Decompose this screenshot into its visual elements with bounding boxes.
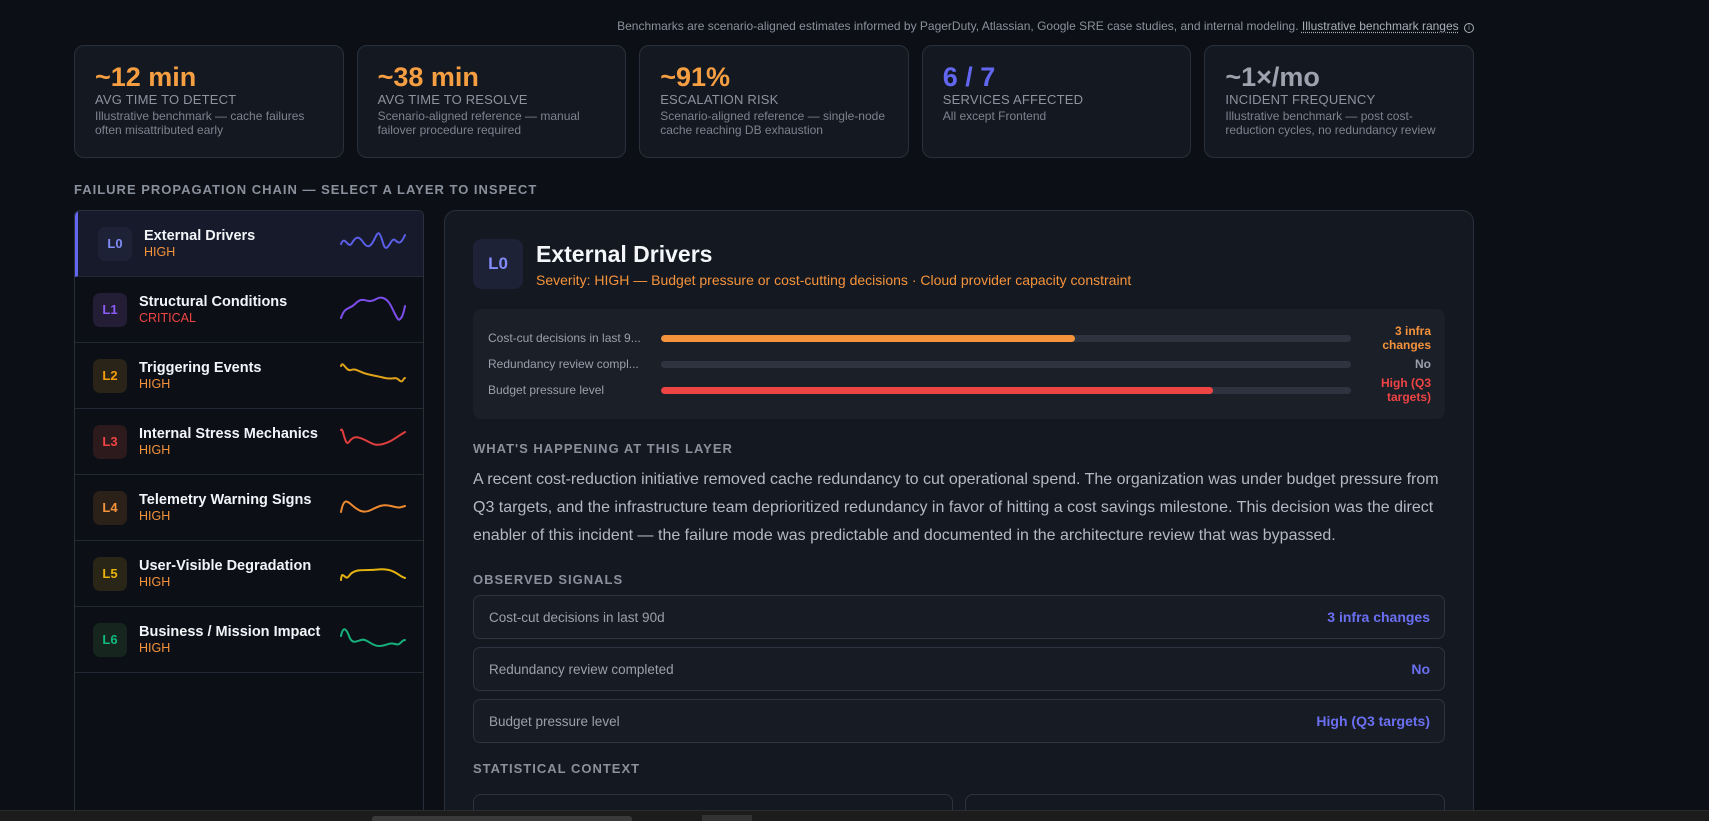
signal-row: Budget pressure level High (Q3 targets): [473, 699, 1445, 743]
taskbar-strip: [0, 810, 1709, 821]
detail-layer-badge: L0: [473, 239, 523, 289]
layer-item-l4[interactable]: L4 Telemetry Warning Signs HIGH: [75, 475, 423, 541]
layer-item-l3[interactable]: L3 Internal Stress Mechanics HIGH: [75, 409, 423, 475]
kpi-label: AVG TIME TO RESOLVE: [377, 92, 528, 107]
kpi-label: ESCALATION RISK: [660, 92, 779, 107]
metric-bar-track: [661, 334, 1351, 342]
signal-label: Redundancy review completed: [489, 661, 674, 677]
metric-bar-track: [661, 360, 1351, 368]
layer-item-l0[interactable]: L0 External Drivers HIGH: [75, 211, 423, 277]
taskbar-app[interactable]: [702, 815, 752, 821]
layer-list: L0 External Drivers HIGH L1 Structural Condi…: [74, 210, 424, 821]
signal-value: No: [1411, 661, 1430, 677]
happening-heading: WHAT'S HAPPENING AT THIS LAYER: [473, 441, 733, 456]
kpi-label: INCIDENT FREQUENCY: [1225, 92, 1376, 107]
sparkline-icon: [340, 296, 406, 321]
chain-section-label: FAILURE PROPAGATION CHAIN — SELECT A LAY…: [74, 182, 538, 197]
kpi-value: ~91%: [660, 62, 730, 92]
signal-row: Redundancy review completed No: [473, 647, 1445, 691]
benchmark-ranges-link[interactable]: Illustrative benchmark ranges: [1302, 19, 1459, 33]
kpi-card: ~1×/mo INCIDENT FREQUENCY Illustrative ben…: [1204, 45, 1474, 158]
metric-bar-row: Redundancy review compl... No: [488, 353, 1431, 375]
metric-bars: Cost-cut decisions in last 9... 3 infra c…: [473, 309, 1445, 419]
kpi-description: All except Frontend: [942, 109, 1047, 123]
metric-bar-label: Redundancy review compl...: [488, 357, 639, 371]
sparkline-icon: [340, 232, 406, 249]
detail-severity-subtitle: Severity: HIGH — Budget pressure or cost…: [536, 272, 1132, 288]
kpi-card: ~12 min AVG TIME TO DETECT Illustrative be…: [74, 45, 344, 158]
layer-badge: L2: [93, 358, 127, 393]
kpi-label: AVG TIME TO DETECT: [95, 92, 237, 107]
metric-bar-row: Budget pressure level High (Q3 targets): [488, 375, 1431, 405]
kpi-value: 6 / 7: [942, 62, 996, 92]
metric-bar-label: Cost-cut decisions in last 9...: [488, 331, 641, 345]
sparkline-icon: [340, 628, 406, 648]
metric-bar-row: Cost-cut decisions in last 9... 3 infra c…: [488, 323, 1431, 353]
kpi-card: 6 / 7 SERVICES AFFECTED All except Fronten…: [921, 45, 1192, 158]
kpi-card: ~38 min AVG TIME TO RESOLVE Scenario-align…: [356, 45, 627, 158]
signal-label: Budget pressure level: [489, 713, 620, 729]
layer-item-l2[interactable]: L2 Triggering Events HIGH: [75, 343, 423, 409]
sparkline-icon: [340, 363, 406, 383]
layer-item-l6[interactable]: L6 Business / Mission Impact HIGH: [75, 607, 423, 673]
observed-signals: Cost-cut decisions in last 90d 3 infra ch…: [473, 595, 1445, 743]
signals-heading: OBSERVED SIGNALS: [473, 572, 624, 587]
kpi-label: SERVICES AFFECTED: [942, 92, 1084, 107]
layer-badge: L5: [93, 556, 127, 591]
metric-bar-label: Budget pressure level: [488, 383, 605, 397]
signal-value: 3 infra changes: [1327, 609, 1430, 625]
metric-bar-fill: [661, 386, 1213, 394]
layer-badge: L3: [93, 424, 127, 459]
layer-item-l5[interactable]: L5 User-Visible Degradation HIGH: [75, 541, 423, 607]
kpi-description: Illustrative benchmark — cache failures …: [95, 109, 305, 137]
kpi-description: Scenario-aligned reference — single-node…: [660, 109, 885, 137]
detail-title: External Drivers: [536, 241, 713, 267]
kpi-description: Illustrative benchmark — post cost-reduc…: [1225, 109, 1436, 137]
kpi-value: ~38 min: [377, 62, 479, 92]
kpi-row: ~12 min AVG TIME TO DETECT Illustrative be…: [74, 45, 1474, 158]
metric-bar-value: No: [1415, 357, 1431, 371]
signal-value: High (Q3 targets): [1316, 713, 1430, 729]
metric-bar-track: [661, 386, 1351, 394]
layer-detail-panel: L0 External Drivers Severity: HIGH — Bud…: [444, 210, 1474, 821]
sparkline-icon: [340, 500, 406, 513]
layer-badge: L4: [93, 490, 127, 525]
signal-row: Cost-cut decisions in last 90d 3 infra ch…: [473, 595, 1445, 639]
happening-text: A recent cost-reduction initiative remov…: [473, 471, 1439, 544]
kpi-card: ~91% ESCALATION RISK Scenario-aligned refe…: [639, 45, 909, 158]
metric-bar-value: 3 infra changes: [1382, 324, 1431, 352]
metric-bar-value: High (Q3 targets): [1381, 376, 1431, 404]
benchmark-note-text: Benchmarks are scenario-aligned estimate…: [617, 19, 1299, 33]
kpi-value: ~12 min: [95, 62, 197, 92]
kpi-description: Scenario-aligned reference — manual fail…: [377, 109, 580, 137]
layer-badge: L0: [98, 226, 132, 261]
layer-badge: L6: [93, 622, 127, 657]
benchmark-note: Benchmarks are scenario-aligned estimate…: [617, 19, 1474, 33]
statistical-context-heading: STATISTICAL CONTEXT: [473, 761, 641, 776]
info-icon[interactable]: i: [1464, 23, 1474, 33]
signal-label: Cost-cut decisions in last 90d: [489, 609, 665, 625]
sparkline-icon: [340, 568, 406, 581]
kpi-value: ~1×/mo: [1225, 62, 1320, 92]
detail-header: L0 External Drivers Severity: HIGH — Bud…: [473, 239, 1445, 289]
layer-badge: L1: [93, 292, 127, 327]
metric-bar-fill: [661, 334, 1075, 342]
taskbar-search[interactable]: [372, 816, 632, 821]
sparkline-icon: [340, 428, 406, 446]
layer-item-l1[interactable]: L1 Structural Conditions CRITICAL: [75, 277, 423, 343]
